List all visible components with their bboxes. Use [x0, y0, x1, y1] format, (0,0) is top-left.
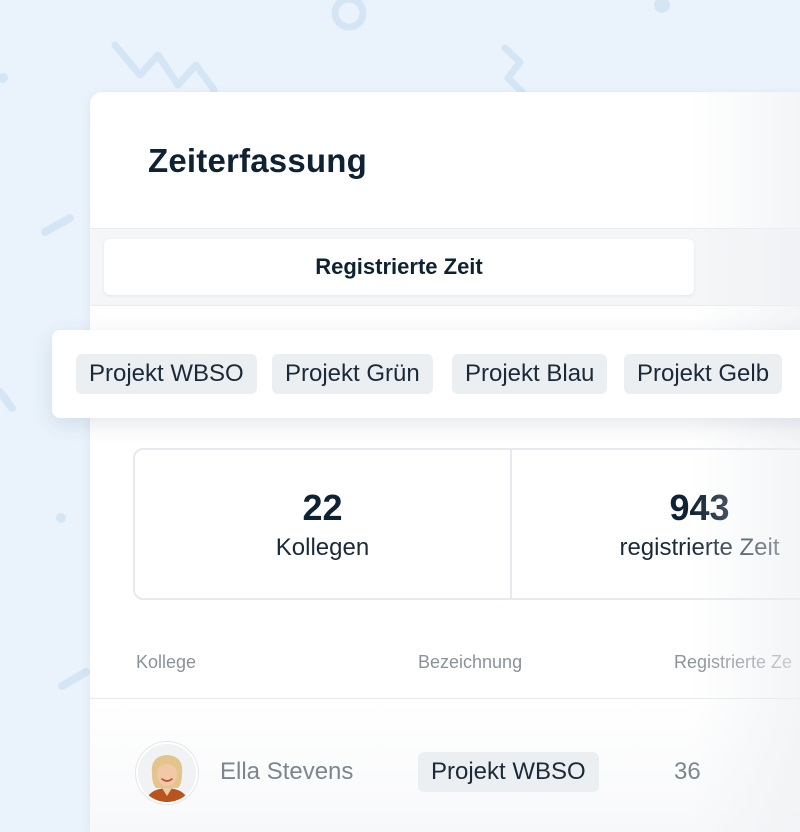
row-project-chip[interactable]: Projekt WBSO: [418, 752, 599, 792]
project-filter-bar: Projekt WBSO Projekt Grün Projekt Blau P…: [52, 330, 800, 418]
stats-panel: 22 Kollegen 943 registrierte Zeit: [133, 448, 800, 600]
tab-registered-time[interactable]: Registrierte Zeit: [104, 239, 694, 295]
avatar: [136, 742, 198, 804]
deco-dash-2: [0, 388, 16, 412]
stat-colleagues-label: Kollegen: [275, 533, 370, 561]
row-colleague-name: Ella Stevens: [220, 758, 354, 785]
tab-bar: Registrierte Zeit: [90, 228, 800, 306]
column-header-registered-time[interactable]: Registrierte Ze: [674, 652, 792, 673]
deco-dash: [41, 214, 74, 236]
stat-registered-time-value: 943: [669, 487, 730, 529]
deco-dot: [654, 0, 670, 13]
deco-dot-2: [56, 513, 66, 523]
stat-registered-time-label: registrierte Zeit: [619, 533, 780, 561]
column-header-designation[interactable]: Bezeichnung: [418, 652, 522, 673]
deco-zigzag-2: [501, 44, 526, 96]
deco-dot-3: [0, 73, 8, 83]
deco-zigzag: [111, 41, 218, 94]
filter-chip-projekt-blau[interactable]: Projekt Blau: [452, 354, 608, 394]
deco-dash-3: [58, 668, 90, 690]
time-tracking-card: Zeiterfassung Registrierte Zeit 22 Kolle…: [90, 92, 800, 832]
filter-chip-projekt-gruen[interactable]: Projekt Grün: [272, 354, 433, 394]
deco-ring: [331, 0, 367, 31]
page-title: Zeiterfassung: [148, 142, 367, 179]
avatar-portrait-icon: [138, 744, 196, 802]
row-registered-hours: 36: [674, 758, 701, 785]
stat-colleagues-value: 22: [302, 487, 343, 529]
stat-registered-time: 943 registrierte Zeit: [512, 450, 800, 598]
filter-chip-projekt-wbso[interactable]: Projekt WBSO: [76, 354, 257, 394]
stat-colleagues: 22 Kollegen: [135, 450, 510, 598]
column-header-colleague[interactable]: Kollege: [136, 652, 196, 673]
filter-chip-projekt-gelb[interactable]: Projekt Gelb: [624, 354, 783, 394]
